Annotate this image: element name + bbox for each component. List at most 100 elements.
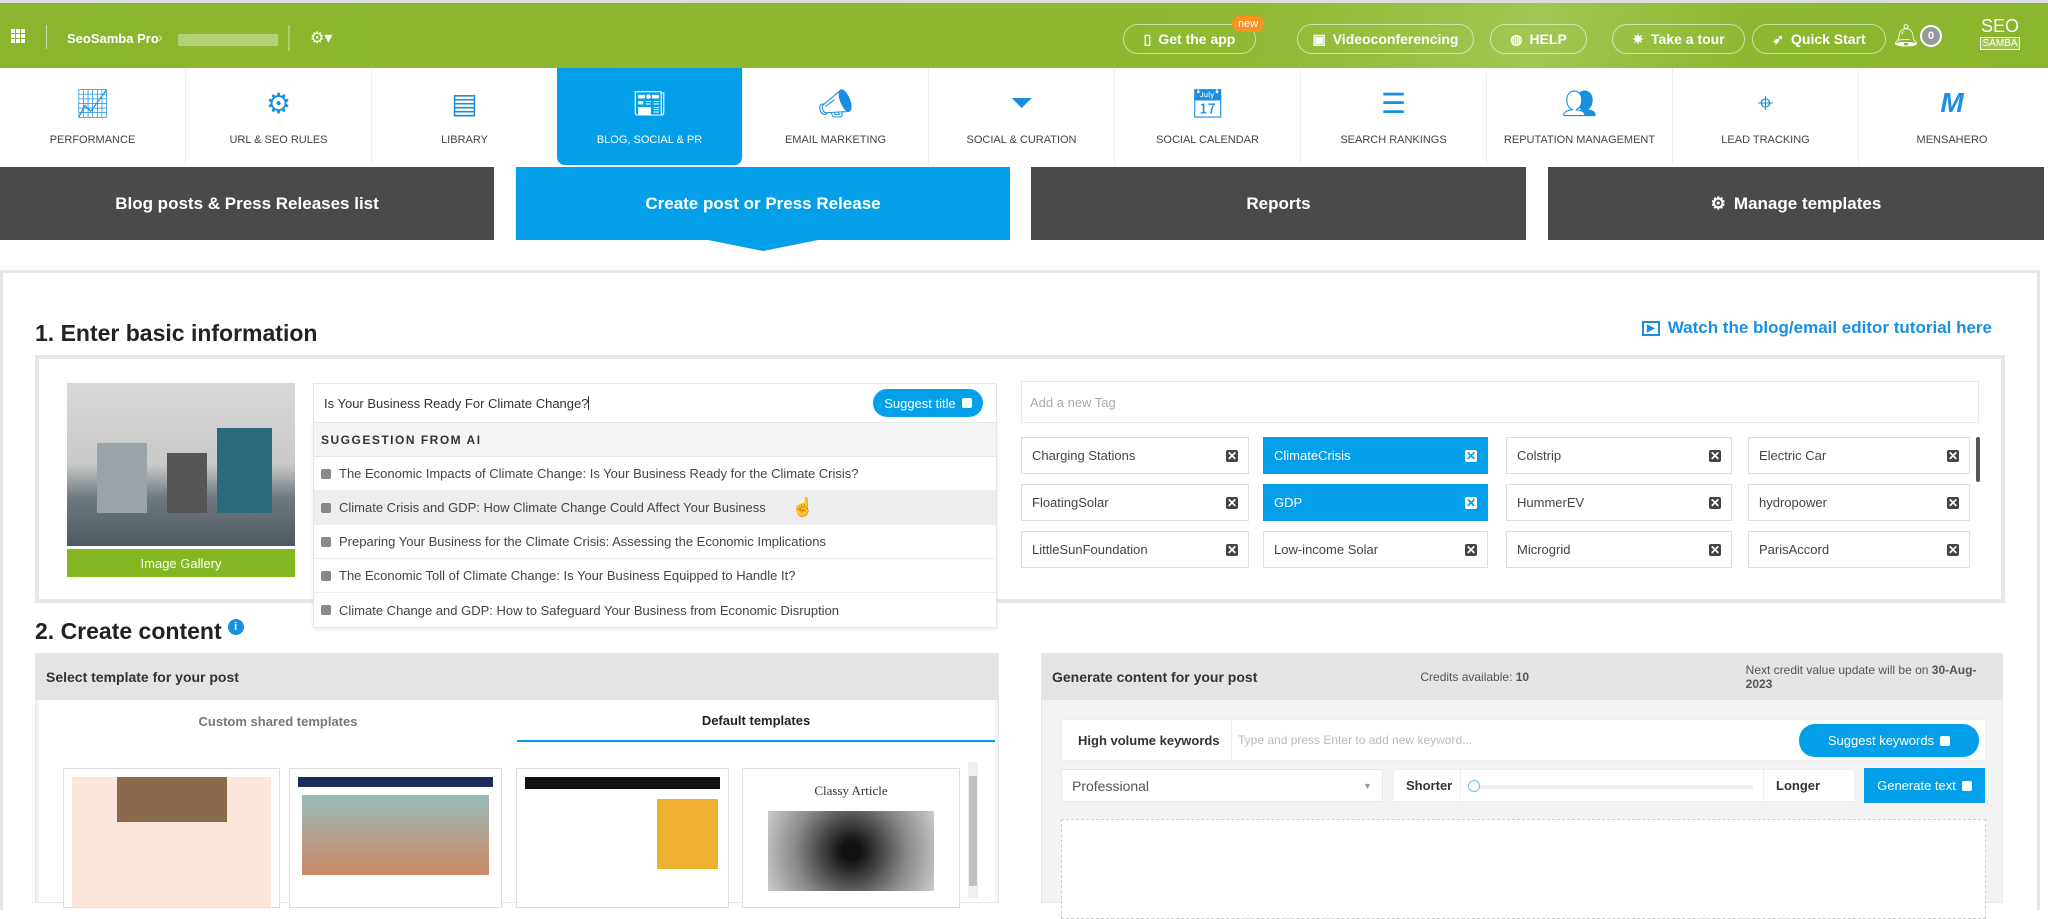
tutorial-link[interactable]: ▶ Watch the blog/email editor tutorial he… xyxy=(1642,318,1992,338)
keywords-label: High volume keywords xyxy=(1062,720,1232,760)
lightbulb-icon: ✷ xyxy=(1632,30,1645,47)
featured-image[interactable] xyxy=(67,383,295,546)
remove-tag-icon[interactable]: ✕ xyxy=(1947,543,1959,557)
nav-performance[interactable]: 📈︎ Performance xyxy=(0,68,186,165)
section2-heading: 2. Create content xyxy=(35,618,222,644)
suggest-keywords-button[interactable]: Suggest keywords xyxy=(1799,724,1979,757)
quick-start-button[interactable]: ➶ Quick Start xyxy=(1752,24,1886,54)
tab-posts-list[interactable]: Blog posts & Press Releases list xyxy=(0,167,494,240)
take-a-tour-button[interactable]: ✷ Take a tour xyxy=(1612,24,1745,54)
megaphone-icon: 📣︎ xyxy=(817,87,854,119)
generate-text-button[interactable]: Generate text xyxy=(1864,768,1985,803)
active-tab-arrow xyxy=(708,240,818,251)
tab-reports[interactable]: Reports xyxy=(1031,167,1526,240)
tag-item[interactable]: ParisAccord ✕ xyxy=(1748,531,1970,568)
tag-item[interactable]: GDP ✕ xyxy=(1263,484,1488,521)
tag-item[interactable]: Colstrip ✕ xyxy=(1506,437,1732,474)
remove-tag-icon[interactable]: ✕ xyxy=(1226,449,1238,463)
remove-tag-icon[interactable]: ✕ xyxy=(1709,543,1721,557)
help-button[interactable]: ◍ HELP xyxy=(1490,24,1587,54)
tab-manage-templates[interactable]: ⚙ Manage templates xyxy=(1548,167,2044,240)
gear-icon: ⚙ xyxy=(1710,193,1726,213)
settings-gear-icon[interactable]: ⚙▾ xyxy=(310,28,332,48)
slider-handle[interactable] xyxy=(1468,780,1480,792)
tag-item[interactable]: HummerEV ✕ xyxy=(1506,484,1732,521)
nav-blog-social-pr[interactable]: 📰︎ Blog, Social & PR xyxy=(557,68,743,165)
credit-update-date: Next credit value update will be on 30-A… xyxy=(1745,663,1977,691)
remove-tag-icon[interactable]: ✕ xyxy=(1465,449,1477,463)
nav-search-rankings[interactable]: ☰ Search Rankings xyxy=(1301,68,1487,165)
shorter-label: Shorter xyxy=(1394,770,1461,801)
remove-tag-icon[interactable]: ✕ xyxy=(1465,543,1477,557)
info-icon[interactable]: i xyxy=(227,618,244,635)
site-name-blurred[interactable] xyxy=(178,34,278,46)
template-thumbnail[interactable] xyxy=(63,768,280,908)
gear-link-icon: ⚙ xyxy=(265,87,292,119)
section1-heading: 1. Enter basic information xyxy=(35,320,318,346)
tag-item[interactable]: ClimateCrisis ✕ xyxy=(1263,437,1488,474)
remove-tag-icon[interactable]: ✕ xyxy=(1709,449,1721,463)
app-name[interactable]: SeoSamba Pro xyxy=(67,31,159,46)
tag-item[interactable]: Electric Car ✕ xyxy=(1748,437,1970,474)
suggestion-item[interactable]: The Economic Toll of Climate Change: Is … xyxy=(314,559,996,593)
remove-tag-icon[interactable]: ✕ xyxy=(1709,496,1721,510)
video-chat-icon: ▣ xyxy=(1312,30,1326,47)
tags-scrollbar[interactable] xyxy=(1976,437,1980,482)
remove-tag-icon[interactable]: ✕ xyxy=(1226,543,1238,557)
notification-count[interactable]: 0 xyxy=(1920,25,1942,47)
generated-content-area[interactable] xyxy=(1061,819,1986,919)
tab-create-post[interactable]: Create post or Press Release xyxy=(516,167,1010,240)
suggest-title-button[interactable]: Suggest title xyxy=(873,389,983,417)
bell-icon[interactable]: 🔔︎ xyxy=(1892,23,1920,49)
nav-url-seo-rules[interactable]: ⚙ URL & SEO Rules xyxy=(186,68,372,165)
generate-panel-title: Generate content for your post xyxy=(1052,669,1258,685)
tag-input[interactable]: Add a new Tag xyxy=(1021,381,1979,423)
globe-icon: ◍ xyxy=(1510,30,1523,47)
suggestion-item[interactable]: The Economic Impacts of Climate Change: … xyxy=(314,457,996,491)
tag-item[interactable]: Low-income Solar ✕ xyxy=(1263,531,1488,568)
nav-reputation-management[interactable]: 👥︎ Reputation Management xyxy=(1487,68,1673,165)
tone-select[interactable]: Professional ▼ xyxy=(1061,769,1383,802)
tag-item[interactable]: FloatingSolar ✕ xyxy=(1021,484,1249,521)
chevron-down-icon: ▼ xyxy=(1363,780,1372,791)
remove-tag-icon[interactable]: ✕ xyxy=(1947,449,1959,463)
templates-scrollbar[interactable] xyxy=(968,762,978,898)
breadcrumb-separator: › xyxy=(158,29,163,45)
remove-tag-icon[interactable]: ✕ xyxy=(1226,496,1238,510)
nav-social-curation[interactable]: ⏷ Social & Curation xyxy=(929,68,1115,165)
tag-item[interactable]: hydropower ✕ xyxy=(1748,484,1970,521)
nav-mensahero[interactable]: M MensaHero xyxy=(1859,68,2045,165)
length-slider[interactable] xyxy=(1461,770,1764,801)
image-gallery-button[interactable]: Image Gallery xyxy=(67,549,295,577)
robot-icon xyxy=(321,605,331,615)
mobile-icon: ▯ xyxy=(1143,30,1152,47)
tag-item[interactable]: Charging Stations ✕ xyxy=(1021,437,1249,474)
top-bar: SeoSamba Pro › ⚙▾ ▯ Get the app new ▣ Vide… xyxy=(0,0,2048,68)
hand-cursor-icon: ☝ xyxy=(791,497,815,517)
nav-lead-tracking[interactable]: ⌖ Lead Tracking xyxy=(1673,68,1859,165)
tag-item[interactable]: LittleSunFoundation ✕ xyxy=(1021,531,1249,568)
tab-default-templates[interactable]: Default templates xyxy=(517,700,995,742)
tab-custom-templates[interactable]: Custom shared templates xyxy=(39,700,517,742)
rocket-icon: ➶ xyxy=(1772,30,1785,47)
remove-tag-icon[interactable]: ✕ xyxy=(1465,496,1477,510)
nav-library[interactable]: ▤ Library xyxy=(372,68,558,165)
nav-social-calendar[interactable]: 📅︎ Social Calendar xyxy=(1115,68,1301,165)
target-icon: ⌖ xyxy=(1757,86,1774,118)
nav-email-marketing[interactable]: 📣︎ Email Marketing xyxy=(743,68,929,165)
ai-suggestions-dropdown: SUGGESTION FROM AI The Economic Impacts … xyxy=(313,422,997,628)
template-thumbnail[interactable] xyxy=(289,768,502,908)
videoconferencing-button[interactable]: ▣ Videoconferencing xyxy=(1297,24,1474,54)
remove-tag-icon[interactable]: ✕ xyxy=(1947,496,1959,510)
template-thumbnail[interactable] xyxy=(516,768,729,908)
suggestion-item[interactable]: Preparing Your Business for the Climate … xyxy=(314,525,996,559)
suggestions-header: SUGGESTION FROM AI xyxy=(314,423,996,457)
calendar-icon: 📅︎ xyxy=(1189,87,1226,119)
suggestion-item[interactable]: Climate Crisis and GDP: How Climate Chan… xyxy=(314,491,996,525)
template-thumbnail[interactable]: Classy Article xyxy=(742,768,960,908)
suggestion-item[interactable]: Climate Change and GDP: How to Safeguard… xyxy=(314,593,996,627)
tag-item[interactable]: Microgrid ✕ xyxy=(1506,531,1732,568)
people-icon: 👥︎ xyxy=(1561,87,1598,119)
apps-grid-icon[interactable] xyxy=(11,29,25,43)
video-icon: ▶ xyxy=(1642,320,1660,336)
